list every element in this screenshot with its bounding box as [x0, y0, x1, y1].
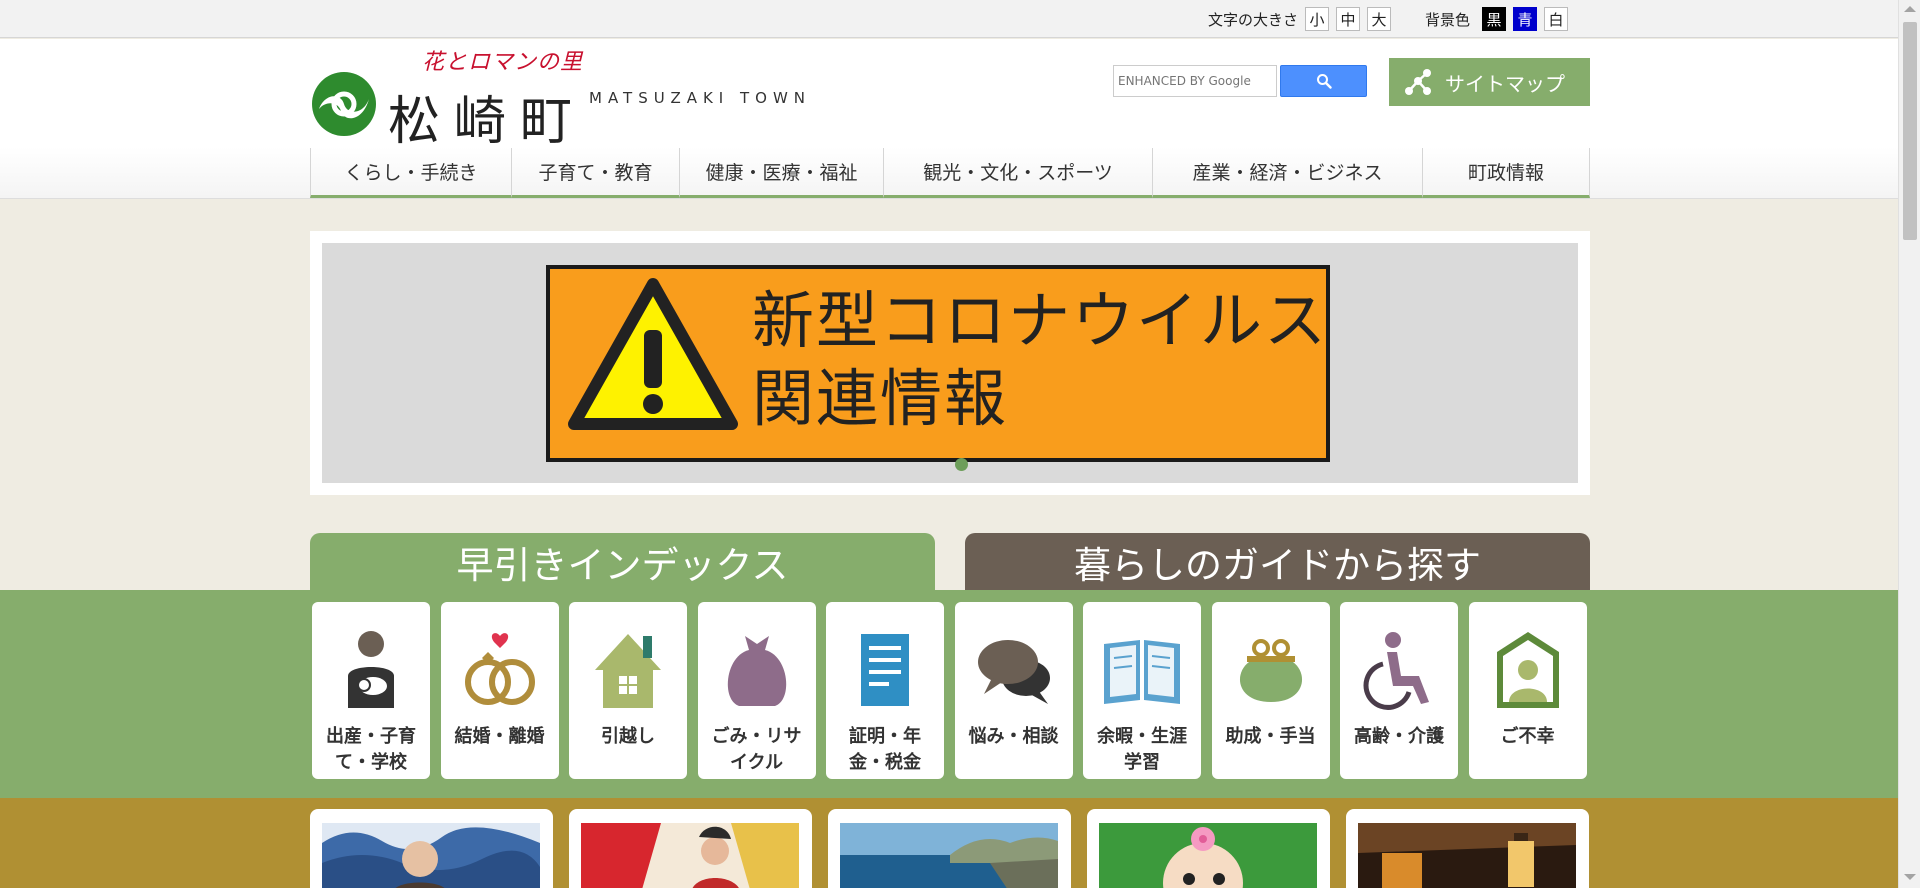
nav-item-living[interactable]: くらし・手続き — [310, 148, 511, 198]
index-item-label: 証明・年金・税金 — [849, 726, 921, 773]
vertical-scrollbar[interactable] — [1898, 0, 1920, 888]
chat-icon — [977, 640, 1050, 704]
logo-name[interactable]: 松崎町 — [388, 79, 586, 154]
banner-line1: 新型コロナウイルス — [752, 284, 1329, 357]
index-item-label: 引越し — [601, 726, 655, 747]
logo-catchphrase: 花とロマンの里 — [422, 50, 584, 75]
bg-black-button[interactable]: 黒 — [1482, 7, 1507, 31]
memorial-icon — [1496, 632, 1559, 708]
tab-life-guide[interactable]: 暮らしのガイドから探す — [965, 533, 1590, 590]
nav-item-administration[interactable]: 町政情報 — [1422, 148, 1590, 198]
bg-blue-button[interactable]: 青 — [1513, 7, 1538, 31]
sitemap-icon — [1405, 69, 1431, 95]
index-item-subsidy[interactable]: 助成・手当 — [1211, 602, 1330, 779]
font-size-large-button[interactable]: 大 — [1367, 7, 1392, 31]
house-icon — [595, 634, 661, 708]
feature-photo-coast — [840, 823, 1058, 888]
site-header: 花とロマンの里 松崎町 MATSUZAKI TOWN サイトマップ — [0, 39, 1898, 152]
scroll-up-arrow-icon[interactable] — [1904, 6, 1916, 12]
purse-icon — [1239, 639, 1302, 702]
search-button[interactable] — [1280, 65, 1367, 97]
feature-photo-lantern — [1358, 823, 1576, 888]
bg-color-controls: 背景色 黒 青 白 — [1425, 0, 1569, 38]
quick-index-list: 出産・子育て・学校 結婚・離婚 引越し ごみ・リサイクル 証明・年金・税金 悩み… — [312, 602, 1597, 779]
banner-line2: 関連情報 — [752, 362, 1009, 435]
bg-color-label: 背景色 — [1425, 10, 1471, 29]
sitemap-button[interactable]: サイトマップ — [1389, 58, 1590, 106]
index-item-label: 高齢・介護 — [1354, 726, 1444, 747]
index-item-moving[interactable]: 引越し — [569, 602, 687, 779]
warning-icon — [568, 278, 738, 430]
font-size-label-text: 文字の大きさ — [1208, 10, 1299, 29]
index-item-marriage[interactable]: 結婚・離婚 — [440, 602, 559, 779]
nav-item-childcare[interactable]: 子育て・教育 — [511, 148, 679, 198]
feature-photo-festival — [581, 823, 799, 888]
font-size-small-button[interactable]: 小 — [1305, 7, 1330, 31]
index-item-certificate[interactable]: 証明・年金・税金 — [826, 602, 944, 779]
scrollbar-thumb[interactable] — [1903, 22, 1917, 240]
scroll-down-arrow-icon[interactable] — [1904, 874, 1916, 880]
index-item-label: 結婚・離婚 — [454, 726, 545, 747]
global-nav: くらし・手続き 子育て・教育 健康・医療・福祉 観光・文化・スポーツ 産業・経済… — [310, 148, 1590, 200]
feature-photo-mascot — [1099, 823, 1317, 888]
index-item-consultation[interactable]: 悩み・相談 — [954, 602, 1073, 779]
slider-dot[interactable] — [955, 458, 968, 471]
index-item-learning[interactable]: 余暇・生涯学習 — [1083, 602, 1201, 779]
tab-quick-index[interactable]: 早引きインデックス — [310, 533, 935, 590]
font-size-controls: 文字の大きさ 小 中 大 — [1208, 0, 1392, 38]
baby-icon — [348, 631, 394, 708]
index-item-label: 出産・子育て・学校 — [326, 726, 416, 773]
nav-item-health[interactable]: 健康・医療・福祉 — [679, 148, 883, 198]
sitemap-label: サイトマップ — [1445, 71, 1565, 96]
document-icon — [861, 634, 909, 706]
index-item-bereavement[interactable]: ご不幸 — [1468, 602, 1587, 779]
index-item-label: ごみ・リサイクル — [711, 726, 802, 773]
index-item-label: 悩み・相談 — [968, 726, 1059, 747]
logo-name-en: MATSUZAKI TOWN — [589, 89, 812, 107]
rings-icon — [464, 633, 535, 705]
nav-item-industry[interactable]: 産業・経済・ビジネス — [1152, 148, 1422, 198]
book-icon — [1104, 640, 1180, 704]
font-size-medium-button[interactable]: 中 — [1336, 7, 1361, 31]
index-item-childbirth[interactable]: 出産・子育て・学校 — [312, 602, 430, 779]
bg-white-button[interactable]: 白 — [1544, 7, 1569, 31]
index-item-label: 余暇・生涯学習 — [1097, 726, 1187, 773]
index-item-garbage[interactable]: ごみ・リサイクル — [697, 602, 816, 779]
banner-text: 新型コロナウイルス 関連情報 — [752, 282, 1328, 438]
nav-item-tourism[interactable]: 観光・文化・スポーツ — [883, 148, 1152, 198]
garbage-bag-icon — [727, 636, 786, 706]
search-input[interactable] — [1113, 65, 1277, 97]
wheelchair-icon — [1363, 632, 1429, 710]
index-item-elderly-care[interactable]: 高齢・介護 — [1340, 602, 1458, 779]
feature-photo-mayor — [322, 823, 540, 888]
index-item-label: 助成・手当 — [1225, 726, 1316, 747]
index-item-label: ご不幸 — [1500, 726, 1555, 747]
town-emblem-icon[interactable] — [311, 71, 377, 137]
utility-bar: 文字の大きさ 小 中 大 背景色 黒 青 白 — [0, 0, 1898, 38]
search-icon — [1316, 74, 1332, 89]
